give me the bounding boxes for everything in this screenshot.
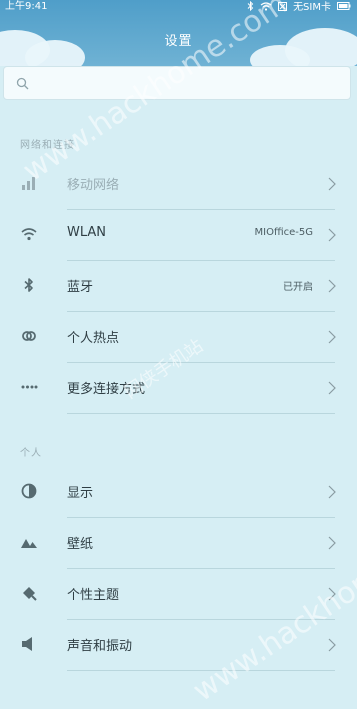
battery-icon <box>337 2 351 13</box>
settings-item-more-connections[interactable]: 更多连接方式 <box>0 362 357 413</box>
divider <box>67 413 335 414</box>
section-header-personal: 个人 <box>20 448 42 459</box>
settings-item-value: 已开启 <box>283 282 313 293</box>
settings-item-sound[interactable]: 声音和振动 <box>0 619 357 670</box>
section-header-network: 网络和连接 <box>20 140 75 151</box>
settings-item-theme[interactable]: 个性主题 <box>0 568 357 619</box>
settings-item-label: 壁纸 <box>67 537 94 552</box>
chevron-right-icon <box>327 637 337 652</box>
settings-item-hotspot[interactable]: 个人热点 <box>0 311 357 362</box>
wifi-icon <box>20 225 38 243</box>
header: 上午9:41 无SIM卡 设置 <box>0 0 357 66</box>
display-icon <box>20 482 38 500</box>
wallpaper-icon <box>20 533 38 551</box>
theme-brush-icon <box>20 584 38 602</box>
search-icon <box>16 76 30 90</box>
chevron-right-icon <box>327 380 337 395</box>
status-bar: 上午9:41 无SIM卡 <box>0 0 357 14</box>
signal-icon <box>20 174 38 192</box>
speaker-icon <box>20 635 38 653</box>
settings-item-label: 蓝牙 <box>67 280 94 295</box>
settings-item-label: 移动网络 <box>67 178 120 193</box>
chevron-right-icon <box>327 586 337 601</box>
chevron-right-icon <box>327 535 337 550</box>
settings-item-label: WLAN <box>67 225 107 240</box>
chevron-right-icon <box>327 176 337 191</box>
settings-item-label: 声音和振动 <box>67 639 133 654</box>
bluetooth-status-icon <box>247 0 254 14</box>
settings-item-wlan[interactable]: WLAN MIOffice-5G <box>0 209 357 260</box>
divider <box>67 670 335 671</box>
settings-item-bluetooth[interactable]: 蓝牙 已开启 <box>0 260 357 311</box>
carrier-text: 无SIM卡 <box>293 1 331 13</box>
chevron-right-icon <box>327 484 337 499</box>
settings-item-label: 更多连接方式 <box>67 382 146 397</box>
settings-item-value: MIOffice-5G <box>254 227 314 238</box>
settings-item-label: 个性主题 <box>67 588 120 603</box>
more-dots-icon <box>20 378 38 396</box>
chevron-right-icon <box>327 278 337 293</box>
chevron-right-icon <box>327 227 337 242</box>
search-input[interactable] <box>3 66 351 100</box>
settings-item-label: 显示 <box>67 486 94 501</box>
wifi-status-icon <box>260 1 272 14</box>
no-sim-icon <box>278 1 288 14</box>
settings-item-wallpaper[interactable]: 壁纸 <box>0 517 357 568</box>
page-title: 设置 <box>164 34 193 49</box>
chevron-right-icon <box>327 329 337 344</box>
status-time: 上午9:41 <box>5 1 48 12</box>
settings-item-label: 个人热点 <box>67 331 120 346</box>
settings-item-mobile-network[interactable]: 移动网络 <box>0 158 357 209</box>
hotspot-icon <box>20 327 38 345</box>
settings-item-display[interactable]: 显示 <box>0 466 357 517</box>
bluetooth-icon <box>20 276 38 294</box>
